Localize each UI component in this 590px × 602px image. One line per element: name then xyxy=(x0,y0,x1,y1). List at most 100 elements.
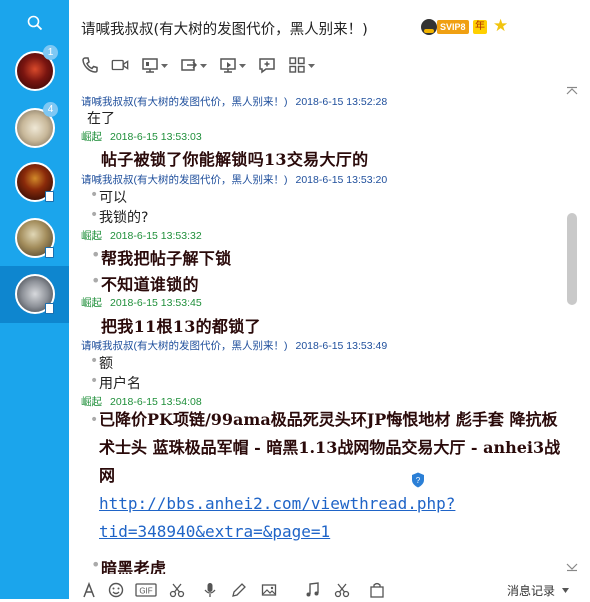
input-toolbar: GIF 消息记录 xyxy=(69,580,590,599)
message-text: 已降价PK项链/99ama极品死灵头环JP悔恨地材 彪手套 降抗板 术士头 蓝珠… xyxy=(99,410,561,485)
message: 请喊我叔叔(有大树的发图代价，黑人别来！) 2018-6-15 13:52:28 xyxy=(81,94,387,109)
sender-name[interactable]: 请喊我叔叔(有大树的发图代价，黑人别来！) xyxy=(81,174,288,186)
chat-title[interactable]: 请喊我叔叔(有大树的发图代价，黑人别来！) xyxy=(81,18,368,39)
draw-icon xyxy=(232,583,246,597)
contact-item[interactable]: 1 xyxy=(0,43,69,100)
chevron-down-icon xyxy=(200,63,207,68)
screen-share-icon xyxy=(142,58,158,73)
video-call-button[interactable] xyxy=(111,54,129,76)
file-transfer-icon xyxy=(181,59,198,71)
mobile-online-icon xyxy=(45,247,54,258)
video-icon xyxy=(111,59,129,71)
message-meta: 崛起 2018-6-15 13:53:45 xyxy=(81,295,202,310)
emoji-icon xyxy=(108,582,124,598)
sender-name[interactable]: 请喊我叔叔(有大树的发图代价，黑人别来！) xyxy=(81,96,288,108)
shield-icon[interactable]: ? xyxy=(411,472,425,488)
message-text: 可以 xyxy=(90,187,127,207)
qq-vip-icon xyxy=(421,19,437,35)
draw-button[interactable] xyxy=(231,582,247,599)
message-time: 2018-6-15 13:53:03 xyxy=(110,131,202,143)
chat-header: 请喊我叔叔(有大树的发图代价，黑人别来！) SVIP8 年 ★ xyxy=(69,0,590,85)
message-meta: 崛起 2018-6-15 13:53:03 xyxy=(81,129,202,144)
message-text: 帖子被锁了你能解锁吗13交易大厅的 xyxy=(101,150,369,169)
scrollbar-thumb[interactable] xyxy=(567,213,577,305)
file-transfer-button[interactable] xyxy=(180,54,207,76)
gif-button[interactable]: GIF xyxy=(135,582,157,599)
message-text: 在了 xyxy=(87,111,115,127)
message-text: 我锁的? xyxy=(90,207,149,227)
message-time: 2018-6-15 13:53:32 xyxy=(110,230,202,242)
voice-message-button[interactable] xyxy=(202,582,218,599)
image-button[interactable] xyxy=(261,582,277,599)
chat-toolbar xyxy=(81,54,327,76)
sidebar-search-button[interactable] xyxy=(0,0,69,46)
screen-share-button[interactable] xyxy=(141,54,168,76)
message: 请喊我叔叔(有大树的发图代价，黑人别来！) 2018-6-15 13:53:20 xyxy=(81,172,387,187)
font-button[interactable] xyxy=(81,581,97,599)
chevron-down-icon[interactable] xyxy=(562,588,569,593)
mobile-online-icon xyxy=(45,191,54,202)
message: 请喊我叔叔(有大树的发图代价，黑人别来！) 2018-6-15 13:53:49 xyxy=(81,338,387,353)
sender-name[interactable]: 请喊我叔叔(有大树的发图代价，黑人别来！) xyxy=(81,340,288,352)
apps-button[interactable] xyxy=(288,54,315,76)
remote-desktop-icon xyxy=(220,58,236,73)
unread-badge: 1 xyxy=(43,45,58,60)
message-meta: 请喊我叔叔(有大树的发图代价，黑人别来！) 2018-6-15 13:53:49 xyxy=(81,338,387,353)
chevron-down-icon xyxy=(161,63,168,68)
svg-text:?: ? xyxy=(416,476,421,485)
chevron-down-icon xyxy=(239,63,246,68)
message-text: 帮我把帖子解下锁 xyxy=(91,245,231,269)
message: 崛起 2018-6-15 13:53:03 xyxy=(81,129,202,144)
remote-desktop-button[interactable] xyxy=(219,54,246,76)
message-rich-text: 已降价PK项链/99ama极品死灵头环JP悔恨地材 彪手套 降抗板 术士头 蓝珠… xyxy=(99,406,573,546)
message-meta: 请喊我叔叔(有大树的发图代价，黑人别来！) 2018-6-15 13:52:28 xyxy=(81,94,387,109)
mobile-online-icon xyxy=(45,303,54,314)
message-link[interactable]: http://bbs.anhei2.com/viewthread.php?tid… xyxy=(99,494,455,541)
unread-badge: 4 xyxy=(43,102,58,117)
bag-icon xyxy=(370,582,384,598)
message-list: 请喊我叔叔(有大树的发图代价，黑人别来！) 2018-6-15 13:52:28 … xyxy=(69,85,580,574)
add-chat-icon xyxy=(259,58,275,74)
chevron-down-icon xyxy=(308,63,315,68)
message: 崛起 2018-6-15 13:53:45 xyxy=(81,295,202,310)
contact-item[interactable] xyxy=(0,154,69,211)
message-history-button[interactable]: 消息记录 xyxy=(507,582,555,599)
window-edge xyxy=(580,85,590,599)
sender-name[interactable]: 崛起 xyxy=(81,230,102,242)
font-icon xyxy=(83,581,95,598)
sender-name[interactable]: 崛起 xyxy=(81,297,102,309)
svip-badge[interactable]: SVIP8 xyxy=(437,20,469,34)
screenshot-button[interactable] xyxy=(169,582,185,599)
more-tools-button[interactable] xyxy=(334,582,350,599)
message: 崛起 2018-6-15 13:53:32 xyxy=(81,228,202,243)
music-button[interactable] xyxy=(304,582,320,599)
contact-item[interactable]: 4 xyxy=(0,100,69,157)
message-text: 把我11根13的都锁了 xyxy=(101,317,261,336)
sender-name[interactable]: 崛起 xyxy=(81,131,102,143)
music-icon xyxy=(306,582,319,597)
star-icon[interactable]: ★ xyxy=(493,16,508,36)
message-text: 用户名 xyxy=(90,373,141,393)
message-time: 2018-6-15 13:53:20 xyxy=(295,174,388,186)
scroll-up-icon[interactable] xyxy=(566,86,578,96)
gif-icon: GIF xyxy=(135,583,157,597)
voice-call-button[interactable] xyxy=(81,54,99,76)
message-text: 不知道谁锁的 xyxy=(91,271,199,295)
message-meta: 请喊我叔叔(有大树的发图代价，黑人别来！) 2018-6-15 13:53:20 xyxy=(81,172,387,187)
emoji-button[interactable] xyxy=(108,582,124,599)
bag-button[interactable] xyxy=(369,582,385,599)
scroll-down-icon[interactable] xyxy=(566,562,578,572)
message-time: 2018-6-15 13:52:28 xyxy=(295,96,388,108)
message-text: 额 xyxy=(90,353,113,373)
contact-item-selected[interactable] xyxy=(0,266,69,323)
scrollbar[interactable] xyxy=(564,85,580,574)
voice-icon xyxy=(204,583,216,597)
image-icon xyxy=(261,584,277,596)
contact-item[interactable] xyxy=(0,210,69,267)
scissors-icon xyxy=(334,583,350,598)
message-meta: 崛起 2018-6-15 13:53:32 xyxy=(81,228,202,243)
message-text: 暗黑老虎 xyxy=(91,555,166,574)
svg-text:GIF: GIF xyxy=(139,587,152,596)
message-time: 2018-6-15 13:53:49 xyxy=(295,340,388,352)
add-chat-button[interactable] xyxy=(258,54,276,76)
